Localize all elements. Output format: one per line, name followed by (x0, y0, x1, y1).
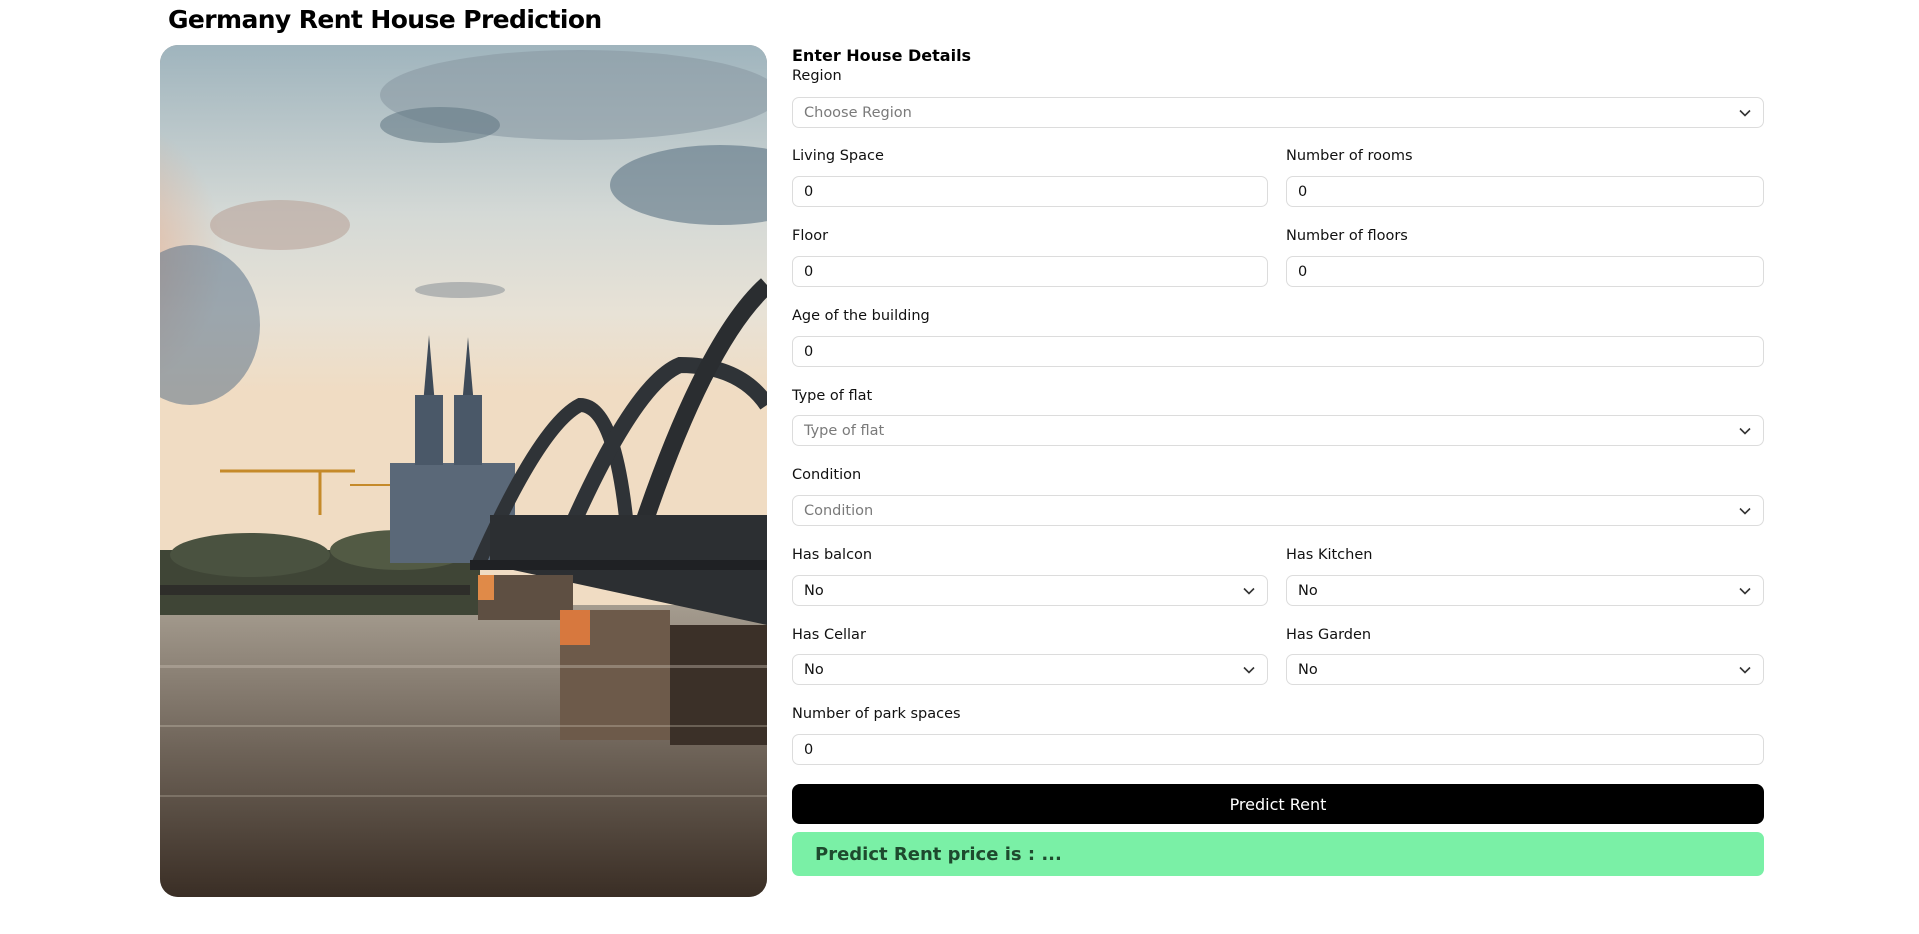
flat-type-label: Type of flat (792, 388, 873, 404)
chevron-down-icon (1738, 504, 1752, 518)
balcon-label: Has balcon (792, 547, 873, 563)
chevron-down-icon (1242, 584, 1256, 598)
age-label: Age of the building (792, 308, 930, 324)
park-spaces-input-box (792, 734, 1764, 765)
chevron-down-icon (1738, 584, 1752, 598)
kitchen-select[interactable]: No (1286, 575, 1764, 606)
floor-label: Floor (792, 228, 829, 244)
floor-input[interactable] (804, 263, 1256, 280)
form-heading: Enter House Details (792, 46, 972, 65)
condition-select[interactable]: Condition (792, 495, 1764, 526)
park-spaces-input[interactable] (804, 741, 1752, 758)
garden-label: Has Garden (1286, 627, 1372, 643)
floors-label: Number of floors (1286, 228, 1408, 244)
rooms-input[interactable] (1298, 183, 1752, 200)
flat-type-select-value: Type of flat (804, 422, 885, 439)
floors-input-box (1286, 256, 1764, 287)
age-input-box (792, 336, 1764, 367)
park-spaces-label: Number of park spaces (792, 706, 961, 722)
garden-select[interactable]: No (1286, 654, 1764, 685)
chevron-down-icon (1738, 424, 1752, 438)
predict-rent-button[interactable]: Predict Rent (792, 784, 1764, 824)
region-select[interactable]: Choose Region (792, 97, 1764, 128)
cellar-select-value: No (804, 661, 824, 678)
chevron-down-icon (1242, 663, 1256, 677)
region-label: Region (792, 68, 842, 84)
floors-input[interactable] (1298, 263, 1752, 280)
balcon-select-value: No (804, 582, 824, 599)
kitchen-select-value: No (1298, 582, 1318, 599)
living-space-input[interactable] (804, 183, 1256, 200)
region-select-value: Choose Region (804, 104, 912, 121)
page-title: Germany Rent House Prediction (168, 5, 602, 34)
balcon-select[interactable]: No (792, 575, 1268, 606)
condition-label: Condition (792, 467, 862, 483)
floor-input-box (792, 256, 1268, 287)
age-input[interactable] (804, 343, 1752, 360)
living-space-input-box (792, 176, 1268, 207)
rooms-input-box (1286, 176, 1764, 207)
cellar-select[interactable]: No (792, 654, 1268, 685)
cellar-label: Has Cellar (792, 627, 866, 643)
chevron-down-icon (1738, 663, 1752, 677)
cologne-cathedral-bridge-photo (160, 45, 767, 897)
living-space-label: Living Space (792, 148, 884, 164)
chevron-down-icon (1738, 106, 1752, 120)
rooms-label: Number of rooms (1286, 148, 1413, 164)
condition-select-value: Condition (804, 502, 874, 519)
flat-type-select[interactable]: Type of flat (792, 415, 1764, 446)
kitchen-label: Has Kitchen (1286, 547, 1373, 563)
prediction-result: Predict Rent price is : ... (792, 832, 1764, 876)
garden-select-value: No (1298, 661, 1318, 678)
